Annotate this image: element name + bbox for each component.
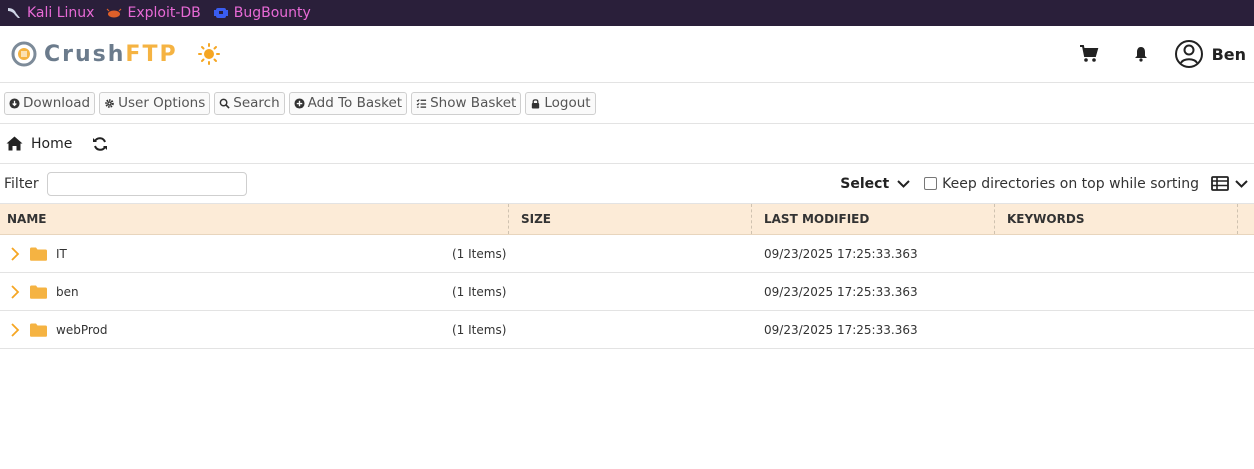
last-modified: 09/23/2025 17:25:33.363 xyxy=(764,246,918,261)
keep-directories-checkbox[interactable] xyxy=(924,177,938,190)
table-row[interactable]: IT (1 Items) 09/23/2025 17:25:33.363 xyxy=(0,235,1254,273)
item-count: (1 Items) xyxy=(452,246,507,261)
show-basket-label: Show Basket xyxy=(430,95,517,111)
breadcrumb-home[interactable]: Home xyxy=(6,136,72,152)
breadcrumb: Home xyxy=(0,124,1254,164)
app-header: CrushFTP Ben xyxy=(0,26,1254,83)
chevron-down-icon xyxy=(897,179,910,188)
show-basket-button[interactable]: Show Basket xyxy=(411,91,522,115)
lock-icon xyxy=(532,98,540,109)
column-header-name[interactable]: NAME xyxy=(0,204,509,234)
select-label: Select xyxy=(840,175,890,192)
chevron-down-icon xyxy=(1235,179,1248,188)
search-label: Search xyxy=(233,95,280,111)
user-name: Ben xyxy=(1211,44,1246,64)
download-circle-icon xyxy=(9,97,20,109)
table-row[interactable]: ben (1 Items) 09/23/2025 17:25:33.363 xyxy=(0,273,1254,311)
gear-icon xyxy=(105,98,114,108)
chevron-right-icon[interactable] xyxy=(8,284,22,299)
last-modified: 09/23/2025 17:25:33.363 xyxy=(764,322,918,337)
filter-input[interactable] xyxy=(46,171,247,196)
theme-toggle-sun-icon[interactable] xyxy=(197,43,220,65)
download-button[interactable]: Download xyxy=(4,91,96,115)
user-menu[interactable]: Ben xyxy=(1174,39,1246,69)
select-dropdown[interactable]: Select xyxy=(840,176,910,192)
refresh-icon[interactable] xyxy=(92,136,108,152)
crushftp-logo-icon xyxy=(11,41,37,67)
folder-icon xyxy=(30,323,47,337)
file-name[interactable]: IT xyxy=(56,247,67,261)
search-icon xyxy=(219,98,230,109)
bookmark-bugbounty[interactable]: BugBounty xyxy=(213,5,311,21)
logout-button[interactable]: Logout xyxy=(525,91,596,115)
table-row[interactable]: webProd (1 Items) 09/23/2025 17:25:33.36… xyxy=(0,311,1254,349)
download-label: Download xyxy=(23,95,91,111)
bookmarks-bar: Kali Linux Exploit-DB BugBounty xyxy=(0,0,1254,26)
filter-label: Filter xyxy=(4,175,39,192)
bookmark-exploit-db[interactable]: Exploit-DB xyxy=(106,5,201,21)
logout-label: Logout xyxy=(544,95,591,111)
folder-icon xyxy=(30,247,47,261)
table-view-icon xyxy=(1211,176,1229,191)
user-options-label: User Options xyxy=(118,95,206,111)
kali-dragon-icon xyxy=(8,8,20,18)
table-header: NAME SIZE LAST MODIFIED KEYWORDS xyxy=(0,204,1254,235)
user-avatar-icon xyxy=(1174,40,1203,68)
add-to-basket-label: Add To Basket xyxy=(307,95,403,111)
user-options-button[interactable]: User Options xyxy=(99,91,211,115)
keep-directories-toggle[interactable]: Keep directories on top while sorting xyxy=(924,176,1199,192)
search-button[interactable]: Search xyxy=(214,91,285,115)
header-actions: Ben xyxy=(1078,39,1246,69)
chevron-right-icon[interactable] xyxy=(8,246,22,261)
bookmark-label: Kali Linux xyxy=(27,5,95,21)
cart-icon[interactable] xyxy=(1078,43,1100,65)
column-header-size[interactable]: SIZE xyxy=(509,204,752,234)
bookmark-label: Exploit-DB xyxy=(127,5,201,21)
column-header-last-modified[interactable]: LAST MODIFIED xyxy=(752,204,995,234)
folder-icon xyxy=(30,285,47,299)
bugbounty-icon xyxy=(213,8,228,18)
home-icon xyxy=(6,136,23,151)
plus-circle-icon xyxy=(294,97,305,109)
file-name[interactable]: ben xyxy=(56,285,79,299)
add-to-basket-button[interactable]: Add To Basket xyxy=(288,91,408,115)
bookmark-kali-linux[interactable]: Kali Linux xyxy=(6,5,94,21)
bookmark-label: BugBounty xyxy=(233,5,311,21)
filter-bar: Filter Select Keep directories on top wh… xyxy=(0,164,1254,204)
file-list: IT (1 Items) 09/23/2025 17:25:33.363 ben… xyxy=(0,235,1254,349)
column-header-keywords[interactable]: KEYWORDS xyxy=(995,204,1238,234)
exploit-db-bug-icon xyxy=(107,8,122,18)
item-count: (1 Items) xyxy=(452,322,507,337)
bell-icon[interactable] xyxy=(1130,43,1152,65)
keep-directories-label: Keep directories on top while sorting xyxy=(942,175,1199,192)
logo-text: CrushFTP xyxy=(44,41,178,67)
file-name[interactable]: webProd xyxy=(56,323,107,337)
crushftp-logo[interactable]: CrushFTP xyxy=(10,40,220,68)
view-mode-dropdown[interactable] xyxy=(1211,176,1248,191)
toolbar: Download User Options Search Add To Bask… xyxy=(0,83,1254,124)
breadcrumb-home-label: Home xyxy=(31,135,73,152)
item-count: (1 Items) xyxy=(452,284,507,299)
last-modified: 09/23/2025 17:25:33.363 xyxy=(764,284,918,299)
chevron-right-icon[interactable] xyxy=(8,322,22,337)
list-check-icon xyxy=(416,98,427,108)
